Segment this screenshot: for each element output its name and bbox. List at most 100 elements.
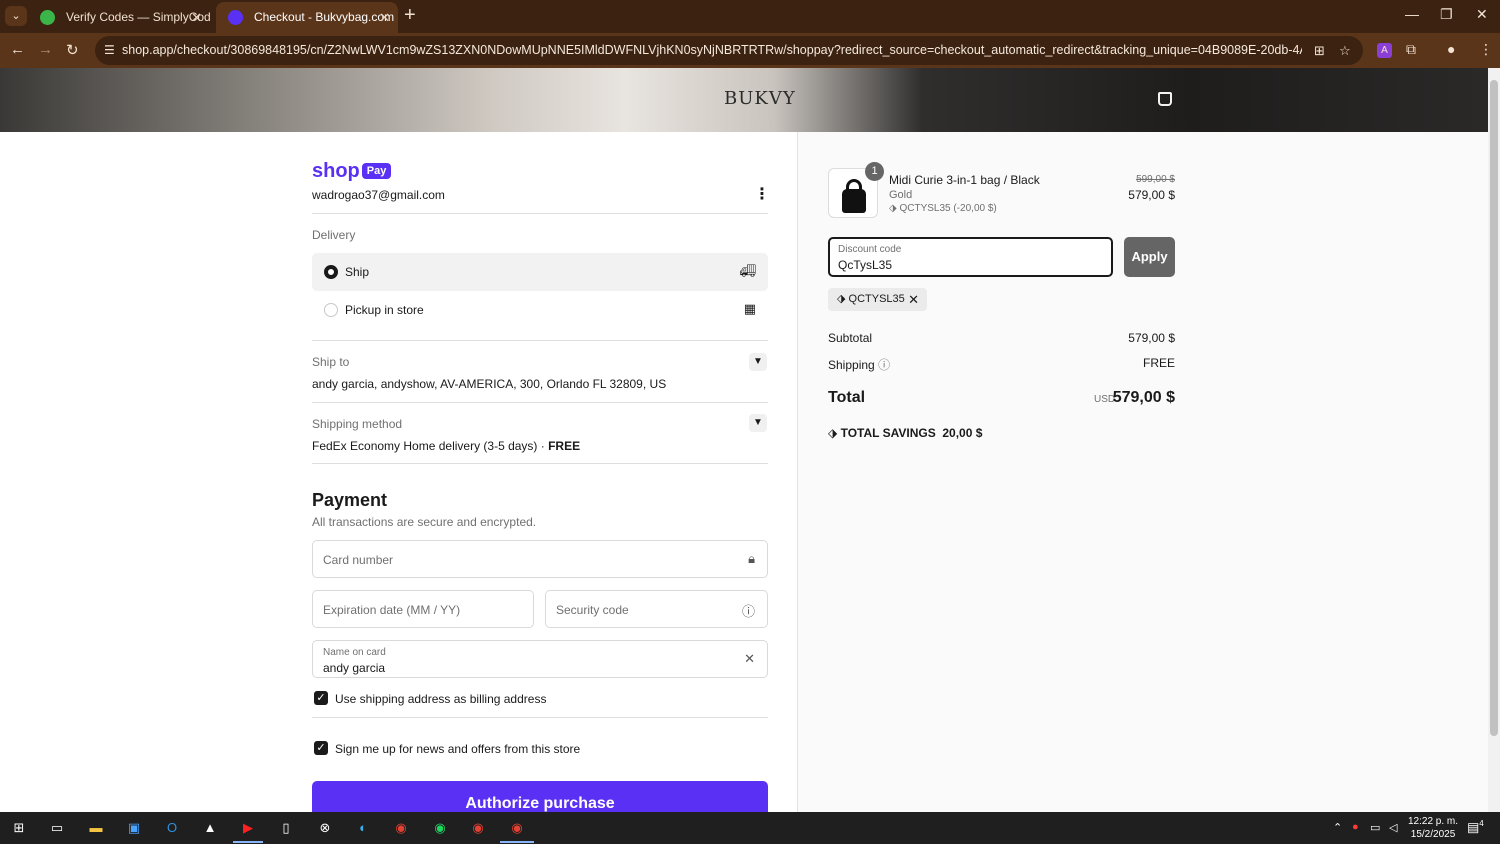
store-app-icon[interactable]: ▣	[123, 817, 145, 839]
ship-to-chevron-down-icon[interactable]: ▼	[749, 353, 767, 371]
delivery-option-ship[interactable]: Ship 🚚︎	[312, 253, 768, 291]
product-name: Midi Curie 3-in-1 bag / Black	[889, 173, 1040, 187]
apply-button[interactable]: Apply	[1124, 237, 1175, 277]
windows-start-icon[interactable]: ⊞	[8, 817, 30, 839]
shipping-value: FREE	[1142, 356, 1175, 370]
shipping-method-price: FREE	[548, 439, 581, 453]
tab-search-button[interactable]: ⌄	[5, 6, 27, 26]
product-discount: ⬗ QCTYSL35 (-20,00 $)	[889, 203, 997, 214]
delivery-label: Delivery	[312, 228, 356, 242]
extension-a-icon[interactable]: A	[1377, 43, 1392, 58]
shipping-label: Shipping ⓘ	[828, 358, 891, 372]
back-icon[interactable]: ←	[10, 41, 25, 58]
applied-discount-chip: ⬗ QCTYSL35 ✕	[828, 288, 927, 311]
total-label: Total	[828, 389, 866, 406]
translate-icon[interactable]: ⊞	[1314, 43, 1325, 59]
xbox-icon[interactable]: ⊗	[314, 817, 336, 839]
shop-pay-logo: shop Pay	[312, 160, 392, 183]
close-tab-icon[interactable]: ✕	[191, 2, 202, 33]
tab-simplycodes[interactable]: Verify Codes — SimplyCodes ✕	[28, 2, 210, 33]
info-icon: ⓘ	[878, 358, 891, 372]
simplycodes-favicon-icon	[40, 10, 55, 25]
close-window-icon[interactable]: ✕	[1476, 6, 1488, 23]
youtube-icon[interactable]: ▶	[237, 817, 259, 839]
discount-code-label: Discount code	[838, 244, 902, 255]
delivery-option-pickup[interactable]: Pickup in store ▦	[312, 291, 768, 329]
browser-menu-icon[interactable]: ⋮	[1479, 41, 1493, 58]
network-icon[interactable]: ▭	[1370, 821, 1380, 834]
cart-bag-icon[interactable]	[1158, 92, 1172, 106]
newsletter-label[interactable]: Sign me up for news and offers from this…	[335, 742, 580, 756]
taskbar-active-indicator	[500, 841, 534, 843]
ship-to-address: andy garcia, andyshow, AV-AMERICA, 300, …	[312, 377, 667, 391]
quantity-badge: 1	[865, 162, 884, 181]
truck-icon: 🚚︎	[739, 263, 756, 278]
divider	[312, 463, 768, 464]
browser-tab-bar: ⌄ Verify Codes — SimplyCodes ✕ Checkout …	[0, 0, 1500, 33]
outlook-icon[interactable]: O	[161, 817, 183, 839]
profile-icon[interactable]: ●	[1447, 41, 1455, 57]
billing-same-label[interactable]: Use shipping address as billing address	[335, 692, 546, 706]
notifications-icon[interactable]: ▤4	[1467, 819, 1484, 835]
name-on-card-field[interactable]: Name on card andy garcia ✕	[312, 640, 768, 678]
subtotal-label: Subtotal	[828, 331, 873, 345]
site-info-icon[interactable]: ☰	[104, 43, 115, 57]
forward-icon[interactable]: →	[38, 41, 53, 58]
pickup-radio[interactable]	[324, 303, 338, 317]
store-header-banner: BUKVY	[0, 68, 1488, 132]
remove-discount-icon[interactable]: ✕	[908, 288, 919, 311]
order-summary-panel	[797, 132, 1488, 812]
edge-icon[interactable]: ◐	[352, 817, 374, 839]
chrome-profile-icon[interactable]: ◉	[467, 817, 489, 839]
divider	[312, 402, 768, 403]
windows-taskbar: ⊞ ▭ ▬ ▣ O ▲ ▶ ▯ ⊗ ◐ ◉ ◉ ◉ ◉ ⌃ ● ▭ ◁ 12:2…	[0, 812, 1500, 844]
system-clock[interactable]: 12:22 p. m. 15/2/2025	[1408, 815, 1458, 841]
tab-checkout[interactable]: Checkout - Bukvybag.com ✕	[216, 2, 398, 33]
page-scrollbar[interactable]	[1488, 68, 1500, 812]
address-bar[interactable]: ☰ shop.app/checkout/30869848195/cn/Z2NwL…	[95, 36, 1363, 65]
help-circle-icon[interactable]: ⓘ	[742, 601, 755, 620]
shipping-method-chevron-down-icon[interactable]: ▼	[749, 414, 767, 432]
expiration-placeholder: Expiration date (MM / YY)	[323, 603, 461, 617]
pickup-label: Pickup in store	[345, 303, 424, 317]
expiration-date-field[interactable]: Expiration date (MM / YY)	[312, 590, 534, 628]
shop-favicon-icon	[228, 10, 243, 25]
ship-radio[interactable]	[324, 265, 338, 279]
clear-icon[interactable]: ✕	[744, 651, 755, 667]
file-explorer-icon[interactable]: ▬	[85, 817, 107, 839]
restore-icon[interactable]: ❐	[1440, 6, 1453, 23]
discount-code-input[interactable]: Discount code QcTysL35	[828, 237, 1113, 277]
security-code-field[interactable]: Security code ⓘ	[545, 590, 768, 628]
divider	[312, 717, 768, 718]
document-icon[interactable]: ▯	[275, 817, 297, 839]
store-logo[interactable]: BUKVY	[724, 88, 796, 109]
newsletter-checkbox[interactable]: ✓	[314, 741, 328, 755]
extensions-puzzle-icon[interactable]: ⧉	[1406, 41, 1416, 58]
tray-overflow-icon[interactable]: ⌃	[1333, 821, 1342, 834]
new-tab-button[interactable]: +	[404, 4, 416, 27]
tab-title: Verify Codes — SimplyCodes	[66, 10, 210, 24]
app-icon[interactable]: ▲	[199, 817, 221, 839]
task-view-icon[interactable]: ▭	[46, 817, 68, 839]
billing-same-checkbox[interactable]: ✓	[314, 691, 328, 705]
discount-code-value: QcTysL35	[838, 258, 893, 272]
reload-icon[interactable]: ↻	[66, 41, 79, 59]
url-text[interactable]: shop.app/checkout/30869848195/cn/Z2NwLWV…	[122, 36, 1302, 65]
spotify-icon[interactable]: ◉	[429, 817, 451, 839]
minimize-icon[interactable]: —	[1405, 6, 1419, 22]
scrollbar-thumb[interactable]	[1490, 80, 1498, 736]
name-on-card-value: andy garcia	[323, 661, 386, 675]
chrome-icon[interactable]: ◉	[390, 817, 412, 839]
bookmark-star-icon[interactable]: ☆	[1339, 43, 1351, 59]
divider	[312, 340, 768, 341]
close-tab-icon[interactable]: ✕	[379, 2, 390, 33]
account-email: wadrogao37@gmail.com	[312, 188, 445, 202]
name-on-card-label: Name on card	[323, 647, 386, 658]
volume-icon[interactable]: ◁	[1389, 821, 1397, 834]
account-more-icon[interactable]: ⋮	[754, 184, 770, 204]
security-code-placeholder: Security code	[556, 603, 629, 617]
tag-icon: ⬗	[828, 426, 838, 440]
chrome-active-icon[interactable]: ◉	[506, 817, 528, 839]
tray-app-icon[interactable]: ●	[1352, 821, 1359, 833]
card-number-field[interactable]: Card number 🔒︎	[312, 540, 768, 578]
